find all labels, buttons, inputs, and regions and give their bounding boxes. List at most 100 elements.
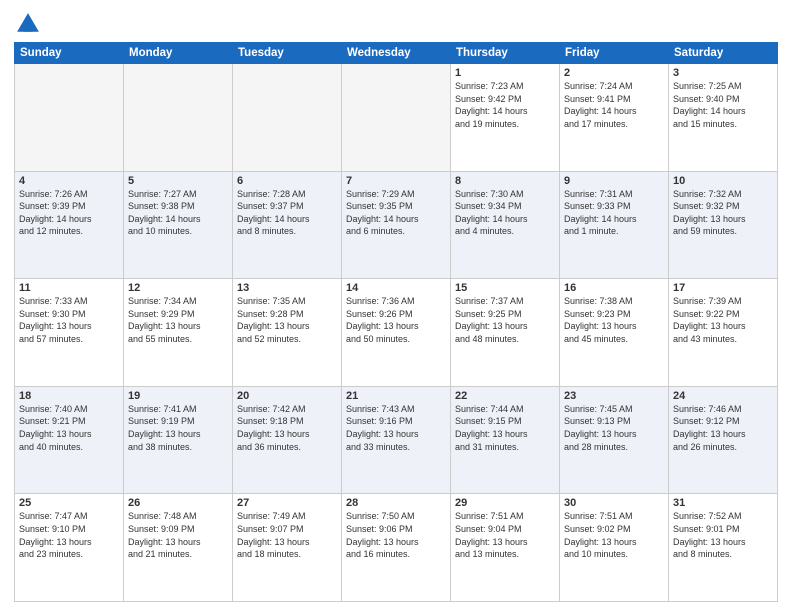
- calendar-cell: 14Sunrise: 7:36 AM Sunset: 9:26 PM Dayli…: [342, 279, 451, 387]
- calendar: SundayMondayTuesdayWednesdayThursdayFrid…: [14, 42, 778, 602]
- day-info: Sunrise: 7:27 AM Sunset: 9:38 PM Dayligh…: [128, 188, 228, 238]
- day-header-saturday: Saturday: [669, 43, 778, 64]
- day-number: 17: [673, 282, 773, 294]
- day-number: 22: [455, 390, 555, 402]
- day-info: Sunrise: 7:44 AM Sunset: 9:15 PM Dayligh…: [455, 403, 555, 453]
- calendar-cell: 26Sunrise: 7:48 AM Sunset: 9:09 PM Dayli…: [124, 494, 233, 602]
- day-number: 30: [564, 497, 664, 509]
- day-info: Sunrise: 7:50 AM Sunset: 9:06 PM Dayligh…: [346, 510, 446, 560]
- day-info: Sunrise: 7:39 AM Sunset: 9:22 PM Dayligh…: [673, 295, 773, 345]
- day-number: 14: [346, 282, 446, 294]
- day-info: Sunrise: 7:30 AM Sunset: 9:34 PM Dayligh…: [455, 188, 555, 238]
- day-number: 1: [455, 67, 555, 79]
- calendar-cell: 2Sunrise: 7:24 AM Sunset: 9:41 PM Daylig…: [560, 64, 669, 172]
- day-number: 11: [19, 282, 119, 294]
- day-number: 4: [19, 175, 119, 187]
- day-info: Sunrise: 7:52 AM Sunset: 9:01 PM Dayligh…: [673, 510, 773, 560]
- day-info: Sunrise: 7:26 AM Sunset: 9:39 PM Dayligh…: [19, 188, 119, 238]
- day-header-tuesday: Tuesday: [233, 43, 342, 64]
- day-number: 31: [673, 497, 773, 509]
- day-number: 7: [346, 175, 446, 187]
- calendar-cell: 27Sunrise: 7:49 AM Sunset: 9:07 PM Dayli…: [233, 494, 342, 602]
- page: SundayMondayTuesdayWednesdayThursdayFrid…: [0, 0, 792, 612]
- calendar-cell: 11Sunrise: 7:33 AM Sunset: 9:30 PM Dayli…: [15, 279, 124, 387]
- calendar-cell: 7Sunrise: 7:29 AM Sunset: 9:35 PM Daylig…: [342, 171, 451, 279]
- day-header-monday: Monday: [124, 43, 233, 64]
- calendar-cell: 6Sunrise: 7:28 AM Sunset: 9:37 PM Daylig…: [233, 171, 342, 279]
- day-number: 19: [128, 390, 228, 402]
- day-number: 20: [237, 390, 337, 402]
- day-info: Sunrise: 7:37 AM Sunset: 9:25 PM Dayligh…: [455, 295, 555, 345]
- calendar-cell: 21Sunrise: 7:43 AM Sunset: 9:16 PM Dayli…: [342, 386, 451, 494]
- calendar-cell: [233, 64, 342, 172]
- week-row-3: 18Sunrise: 7:40 AM Sunset: 9:21 PM Dayli…: [15, 386, 778, 494]
- day-number: 18: [19, 390, 119, 402]
- day-info: Sunrise: 7:43 AM Sunset: 9:16 PM Dayligh…: [346, 403, 446, 453]
- calendar-cell: 3Sunrise: 7:25 AM Sunset: 9:40 PM Daylig…: [669, 64, 778, 172]
- week-row-1: 4Sunrise: 7:26 AM Sunset: 9:39 PM Daylig…: [15, 171, 778, 279]
- day-info: Sunrise: 7:23 AM Sunset: 9:42 PM Dayligh…: [455, 80, 555, 130]
- calendar-cell: 19Sunrise: 7:41 AM Sunset: 9:19 PM Dayli…: [124, 386, 233, 494]
- day-info: Sunrise: 7:35 AM Sunset: 9:28 PM Dayligh…: [237, 295, 337, 345]
- calendar-cell: 12Sunrise: 7:34 AM Sunset: 9:29 PM Dayli…: [124, 279, 233, 387]
- day-number: 8: [455, 175, 555, 187]
- day-number: 10: [673, 175, 773, 187]
- day-info: Sunrise: 7:40 AM Sunset: 9:21 PM Dayligh…: [19, 403, 119, 453]
- calendar-cell: 4Sunrise: 7:26 AM Sunset: 9:39 PM Daylig…: [15, 171, 124, 279]
- day-number: 5: [128, 175, 228, 187]
- calendar-cell: 13Sunrise: 7:35 AM Sunset: 9:28 PM Dayli…: [233, 279, 342, 387]
- day-number: 29: [455, 497, 555, 509]
- logo-icon: [14, 10, 42, 38]
- calendar-cell: 9Sunrise: 7:31 AM Sunset: 9:33 PM Daylig…: [560, 171, 669, 279]
- calendar-cell: 15Sunrise: 7:37 AM Sunset: 9:25 PM Dayli…: [451, 279, 560, 387]
- day-number: 2: [564, 67, 664, 79]
- day-info: Sunrise: 7:51 AM Sunset: 9:04 PM Dayligh…: [455, 510, 555, 560]
- day-number: 3: [673, 67, 773, 79]
- day-number: 28: [346, 497, 446, 509]
- day-number: 21: [346, 390, 446, 402]
- week-row-0: 1Sunrise: 7:23 AM Sunset: 9:42 PM Daylig…: [15, 64, 778, 172]
- day-header-friday: Friday: [560, 43, 669, 64]
- calendar-cell: 16Sunrise: 7:38 AM Sunset: 9:23 PM Dayli…: [560, 279, 669, 387]
- day-info: Sunrise: 7:51 AM Sunset: 9:02 PM Dayligh…: [564, 510, 664, 560]
- calendar-cell: 24Sunrise: 7:46 AM Sunset: 9:12 PM Dayli…: [669, 386, 778, 494]
- day-info: Sunrise: 7:36 AM Sunset: 9:26 PM Dayligh…: [346, 295, 446, 345]
- calendar-cell: [15, 64, 124, 172]
- day-number: 24: [673, 390, 773, 402]
- day-info: Sunrise: 7:45 AM Sunset: 9:13 PM Dayligh…: [564, 403, 664, 453]
- week-row-4: 25Sunrise: 7:47 AM Sunset: 9:10 PM Dayli…: [15, 494, 778, 602]
- day-info: Sunrise: 7:41 AM Sunset: 9:19 PM Dayligh…: [128, 403, 228, 453]
- day-info: Sunrise: 7:24 AM Sunset: 9:41 PM Dayligh…: [564, 80, 664, 130]
- day-info: Sunrise: 7:46 AM Sunset: 9:12 PM Dayligh…: [673, 403, 773, 453]
- calendar-cell: [342, 64, 451, 172]
- calendar-cell: [124, 64, 233, 172]
- day-number: 16: [564, 282, 664, 294]
- calendar-cell: 20Sunrise: 7:42 AM Sunset: 9:18 PM Dayli…: [233, 386, 342, 494]
- day-info: Sunrise: 7:42 AM Sunset: 9:18 PM Dayligh…: [237, 403, 337, 453]
- calendar-cell: 1Sunrise: 7:23 AM Sunset: 9:42 PM Daylig…: [451, 64, 560, 172]
- calendar-cell: 22Sunrise: 7:44 AM Sunset: 9:15 PM Dayli…: [451, 386, 560, 494]
- day-number: 9: [564, 175, 664, 187]
- day-number: 15: [455, 282, 555, 294]
- calendar-cell: 25Sunrise: 7:47 AM Sunset: 9:10 PM Dayli…: [15, 494, 124, 602]
- day-number: 26: [128, 497, 228, 509]
- week-row-2: 11Sunrise: 7:33 AM Sunset: 9:30 PM Dayli…: [15, 279, 778, 387]
- logo: [14, 10, 46, 38]
- day-header-sunday: Sunday: [15, 43, 124, 64]
- day-number: 13: [237, 282, 337, 294]
- day-number: 6: [237, 175, 337, 187]
- calendar-cell: 31Sunrise: 7:52 AM Sunset: 9:01 PM Dayli…: [669, 494, 778, 602]
- calendar-cell: 8Sunrise: 7:30 AM Sunset: 9:34 PM Daylig…: [451, 171, 560, 279]
- day-number: 23: [564, 390, 664, 402]
- day-number: 25: [19, 497, 119, 509]
- day-info: Sunrise: 7:47 AM Sunset: 9:10 PM Dayligh…: [19, 510, 119, 560]
- calendar-cell: 23Sunrise: 7:45 AM Sunset: 9:13 PM Dayli…: [560, 386, 669, 494]
- calendar-cell: 17Sunrise: 7:39 AM Sunset: 9:22 PM Dayli…: [669, 279, 778, 387]
- day-header-thursday: Thursday: [451, 43, 560, 64]
- day-info: Sunrise: 7:34 AM Sunset: 9:29 PM Dayligh…: [128, 295, 228, 345]
- header: [14, 10, 778, 38]
- day-info: Sunrise: 7:32 AM Sunset: 9:32 PM Dayligh…: [673, 188, 773, 238]
- day-info: Sunrise: 7:38 AM Sunset: 9:23 PM Dayligh…: [564, 295, 664, 345]
- header-row: SundayMondayTuesdayWednesdayThursdayFrid…: [15, 43, 778, 64]
- calendar-cell: 10Sunrise: 7:32 AM Sunset: 9:32 PM Dayli…: [669, 171, 778, 279]
